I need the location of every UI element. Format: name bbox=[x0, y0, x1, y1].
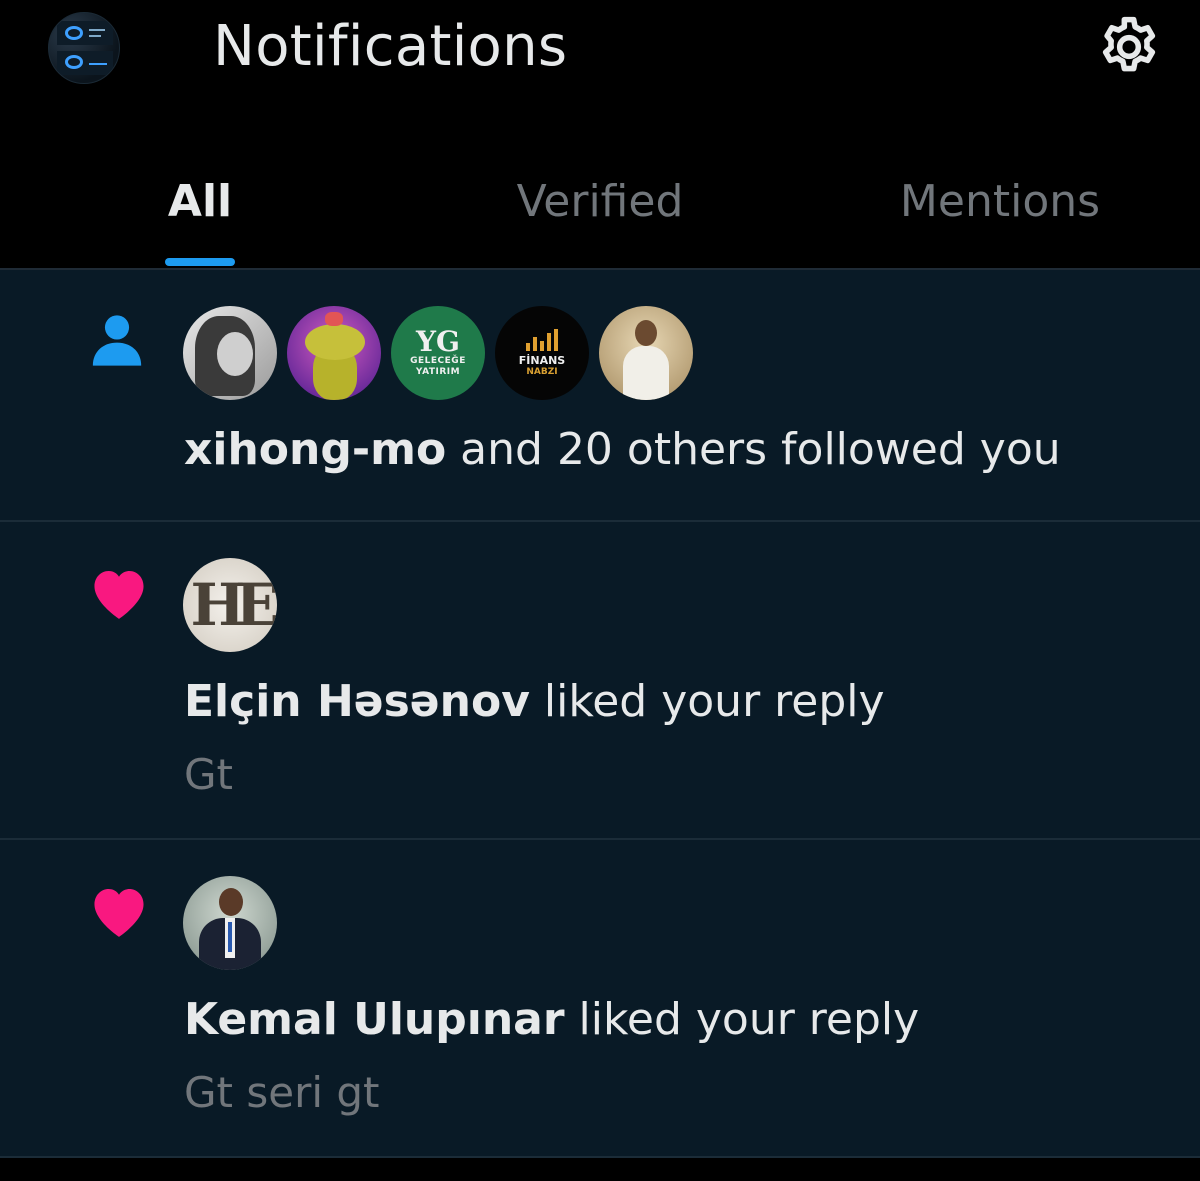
page-title: Notifications bbox=[213, 14, 568, 79]
person-icon bbox=[88, 310, 146, 372]
follower-avatar[interactable] bbox=[599, 306, 693, 400]
heart-icon bbox=[88, 564, 150, 626]
tab-label: Mentions bbox=[899, 176, 1101, 227]
notification-tabs: All Verified Mentions bbox=[0, 150, 1200, 270]
top-bar: Notifications All Verified Mentions bbox=[0, 0, 1200, 270]
tab-all[interactable]: All bbox=[0, 150, 400, 270]
notification-item[interactable]: YG GELECEĞE YATIRIM FİNANS NABZI xihong-… bbox=[0, 270, 1200, 522]
follower-avatar[interactable] bbox=[183, 306, 277, 400]
actor-name[interactable]: Elçin Həsənov bbox=[184, 676, 530, 727]
notification-text: Elçin Həsənov liked your reply bbox=[184, 676, 885, 727]
notification-item[interactable]: Kemal Ulupınar liked your reply Gt seri … bbox=[0, 840, 1200, 1158]
notifications-screen: Notifications All Verified Mentions YG G… bbox=[0, 0, 1200, 1181]
avatar-text: GELECEĞE bbox=[410, 356, 466, 366]
reply-snippet: Gt bbox=[184, 750, 234, 799]
avatar-text: NABZI bbox=[526, 367, 558, 377]
tab-mentions[interactable]: Mentions bbox=[800, 150, 1200, 270]
follower-avatar[interactable] bbox=[287, 306, 381, 400]
avatar-text: YATIRIM bbox=[415, 367, 461, 377]
follower-avatars: YG GELECEĞE YATIRIM FİNANS NABZI bbox=[183, 306, 703, 400]
action-text: liked your reply bbox=[529, 676, 885, 727]
follower-avatar[interactable]: FİNANS NABZI bbox=[495, 306, 589, 400]
avatar-text: FİNANS bbox=[518, 354, 566, 367]
bottom-edge bbox=[0, 1158, 1200, 1181]
actor-name[interactable]: xihong-mo bbox=[184, 424, 446, 475]
gear-icon bbox=[1102, 16, 1156, 72]
actor-avatar[interactable] bbox=[183, 876, 277, 970]
action-text: liked your reply bbox=[564, 994, 920, 1045]
tab-label: All bbox=[167, 176, 233, 227]
tab-verified[interactable]: Verified bbox=[400, 150, 800, 270]
heart-icon bbox=[88, 882, 150, 944]
profile-avatar[interactable] bbox=[48, 12, 120, 84]
notification-text: xihong-mo and 20 others followed you bbox=[184, 424, 1061, 475]
tab-label: Verified bbox=[516, 176, 684, 227]
settings-button[interactable] bbox=[1094, 12, 1164, 82]
follower-avatar[interactable]: YG GELECEĞE YATIRIM bbox=[391, 306, 485, 400]
actor-name[interactable]: Kemal Ulupınar bbox=[184, 994, 565, 1045]
notification-text: Kemal Ulupınar liked your reply bbox=[184, 994, 919, 1045]
active-tab-indicator bbox=[165, 258, 235, 266]
action-text: and 20 others followed you bbox=[446, 424, 1061, 475]
reply-snippet: Gt seri gt bbox=[184, 1068, 380, 1117]
notifications-feed: YG GELECEĞE YATIRIM FİNANS NABZI xihong-… bbox=[0, 270, 1200, 1181]
notification-item[interactable]: HE Elçin Həsənov liked your reply Gt bbox=[0, 522, 1200, 840]
actor-avatar[interactable]: HE bbox=[183, 558, 277, 652]
